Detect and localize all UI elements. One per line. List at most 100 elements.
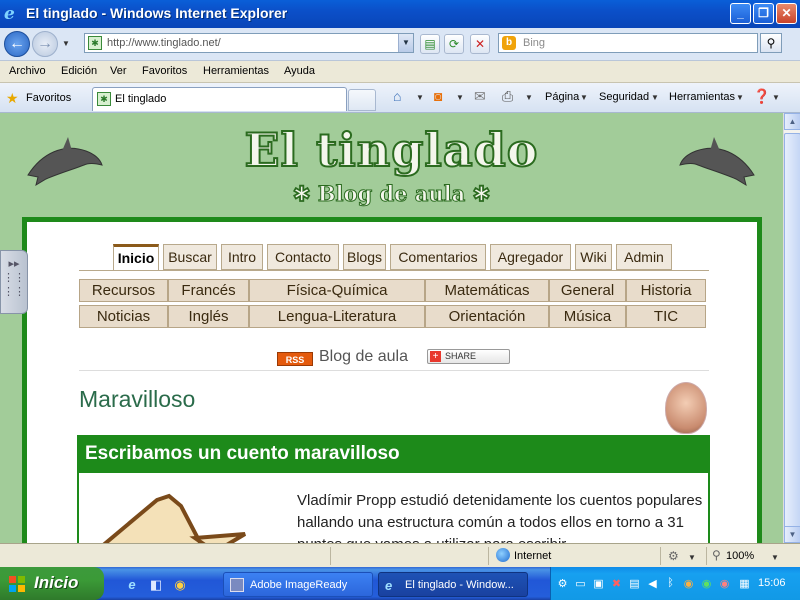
new-tab-button[interactable] [348, 89, 376, 111]
category-recursos[interactable]: Recursos [79, 279, 168, 302]
browser-tab[interactable]: ✱ El tinglado [92, 87, 347, 111]
address-field[interactable]: ✱ http://www.tinglado.net/ ▼ [84, 33, 414, 53]
mail-icon[interactable]: ✉ [474, 88, 486, 105]
rss-badge[interactable]: RSS [277, 352, 313, 366]
zoom-dropdown-icon[interactable]: ▼ [771, 553, 779, 562]
category-matematicas[interactable]: Matemáticas [425, 279, 549, 302]
share-plus-icon: + [430, 351, 441, 362]
tab-inicio[interactable]: Inicio [113, 244, 159, 270]
address-dropdown-icon[interactable]: ▼ [398, 34, 413, 52]
back-button[interactable]: ← [4, 31, 30, 57]
category-noticias[interactable]: Noticias [79, 305, 168, 328]
menu-herramientas[interactable]: Herramientas [203, 65, 269, 77]
title-bar[interactable]: e El tinglado - Windows Internet Explore… [0, 0, 800, 28]
site-title[interactable]: El tinglado [0, 122, 783, 178]
help-dropdown-icon[interactable]: ▼ [772, 93, 780, 102]
forward-button[interactable]: → [32, 31, 58, 57]
close-button[interactable]: ✕ [776, 3, 797, 24]
side-panel-handle[interactable]: ▸▸ ⋮⋮ ⋮⋮ [0, 250, 28, 314]
tools-dropdown-icon[interactable]: ▼ [736, 93, 744, 102]
quicklaunch-chrome-icon[interactable]: ◉ [172, 577, 188, 593]
category-lengua-literatura[interactable]: Lengua-Literatura [249, 305, 425, 328]
search-icon[interactable]: ⚲ [760, 33, 782, 53]
zoom-icon[interactable]: ⚲ [712, 548, 721, 562]
page-dropdown-icon[interactable]: ▼ [580, 93, 588, 102]
home-icon[interactable]: ⌂ [393, 88, 401, 104]
scroll-down-icon[interactable]: ▼ [784, 526, 800, 543]
category-musica[interactable]: Música [549, 305, 626, 328]
tab-title: El tinglado [115, 93, 167, 105]
search-placeholder: Bing [523, 37, 546, 49]
share-button[interactable]: + SHARE [427, 349, 510, 364]
address-toolbar: ← → ▼ ✱ http://www.tinglado.net/ ▼ ▤ ⟳ ✕… [0, 28, 800, 61]
status-divider [488, 547, 489, 565]
task-imageready[interactable]: Adobe ImageReady [223, 572, 373, 597]
category-frances[interactable]: Francés [168, 279, 249, 302]
tray-monitor-icon[interactable]: ▭ [574, 577, 587, 590]
history-dropdown-icon[interactable]: ▼ [62, 39, 70, 48]
tab-comentarios[interactable]: Comentarios [390, 244, 486, 270]
menu-archivo[interactable]: Archivo [9, 65, 46, 77]
compatibility-view-icon[interactable]: ▤ [420, 34, 440, 54]
post-heading[interactable]: Escribamos un cuento maravilloso [77, 435, 710, 473]
tab-intro[interactable]: Intro [221, 244, 263, 270]
tab-buscar[interactable]: Buscar [163, 244, 217, 270]
feeds-icon[interactable]: ◙ [434, 88, 442, 104]
category-orientacion[interactable]: Orientación [425, 305, 549, 328]
vertical-scrollbar[interactable]: ▲ ▼ [783, 113, 800, 543]
tab-contacto[interactable]: Contacto [267, 244, 339, 270]
stop-icon[interactable]: ✕ [470, 34, 490, 54]
home-dropdown-icon[interactable]: ▼ [416, 93, 424, 102]
tray-update-icon[interactable]: ◉ [682, 577, 695, 590]
security-menu[interactable]: Seguridad [599, 91, 649, 103]
task-ie-window[interactable]: e El tinglado - Window... [378, 572, 528, 597]
category-historia[interactable]: Historia [626, 279, 706, 302]
category-general[interactable]: General [549, 279, 626, 302]
feeds-dropdown-icon[interactable]: ▼ [456, 93, 464, 102]
security-dropdown-icon[interactable]: ▼ [651, 93, 659, 102]
category-fisica-quimica[interactable]: Física-Química [249, 279, 425, 302]
menu-edicion[interactable]: Edición [61, 65, 97, 77]
refresh-icon[interactable]: ⟳ [444, 34, 464, 54]
search-input[interactable]: b Bing [498, 33, 758, 53]
quicklaunch-ie-icon[interactable]: e [124, 577, 140, 593]
favorites-star-icon[interactable]: ★ [6, 90, 19, 107]
zoom-level[interactable]: 100% [726, 550, 754, 562]
taskbar-clock[interactable]: 15:06 [758, 577, 786, 589]
tray-usb-icon[interactable]: ▦ [738, 577, 751, 590]
protected-mode-icon[interactable]: ⚙ [668, 549, 679, 563]
favorites-button[interactable]: Favoritos [26, 92, 71, 104]
tab-admin[interactable]: Admin [616, 244, 672, 270]
print-dropdown-icon[interactable]: ▼ [525, 93, 533, 102]
bing-icon: b [502, 36, 516, 50]
tray-bluetooth-icon[interactable]: ᛒ [664, 577, 677, 590]
tray-alert-icon[interactable]: ◉ [718, 577, 731, 590]
minimize-button[interactable]: _ [730, 3, 751, 24]
tray-volume-icon[interactable]: ◀ [646, 577, 659, 590]
internet-zone-icon [496, 548, 510, 562]
tab-wiki[interactable]: Wiki [575, 244, 612, 270]
tray-security-icon[interactable]: ✖ [610, 577, 623, 590]
tools-menu[interactable]: Herramientas [669, 91, 735, 103]
tray-network-icon[interactable]: ⚙ [556, 577, 569, 590]
category-ingles[interactable]: Inglés [168, 305, 249, 328]
tray-display-icon[interactable]: ▣ [592, 577, 605, 590]
tray-device-icon[interactable]: ▤ [628, 577, 641, 590]
scroll-thumb[interactable] [784, 133, 800, 533]
start-button[interactable]: Inicio [0, 567, 104, 600]
tray-antivirus-icon[interactable]: ◉ [700, 577, 713, 590]
protected-dropdown-icon[interactable]: ▼ [688, 553, 696, 562]
menu-favoritos[interactable]: Favoritos [142, 65, 187, 77]
tab-blogs[interactable]: Blogs [343, 244, 386, 270]
tab-agregador[interactable]: Agregador [490, 244, 571, 270]
ie-icon: e [4, 4, 15, 24]
help-icon[interactable]: ❓ [753, 88, 770, 105]
menu-ayuda[interactable]: Ayuda [284, 65, 315, 77]
category-tic[interactable]: TIC [626, 305, 706, 328]
scroll-up-icon[interactable]: ▲ [784, 113, 800, 130]
print-icon[interactable]: ⎙ [502, 88, 513, 105]
page-menu[interactable]: Página [545, 91, 579, 103]
quicklaunch-desktop-icon[interactable]: ◧ [148, 577, 164, 593]
menu-ver[interactable]: Ver [110, 65, 127, 77]
maximize-button[interactable]: ❐ [753, 3, 774, 24]
